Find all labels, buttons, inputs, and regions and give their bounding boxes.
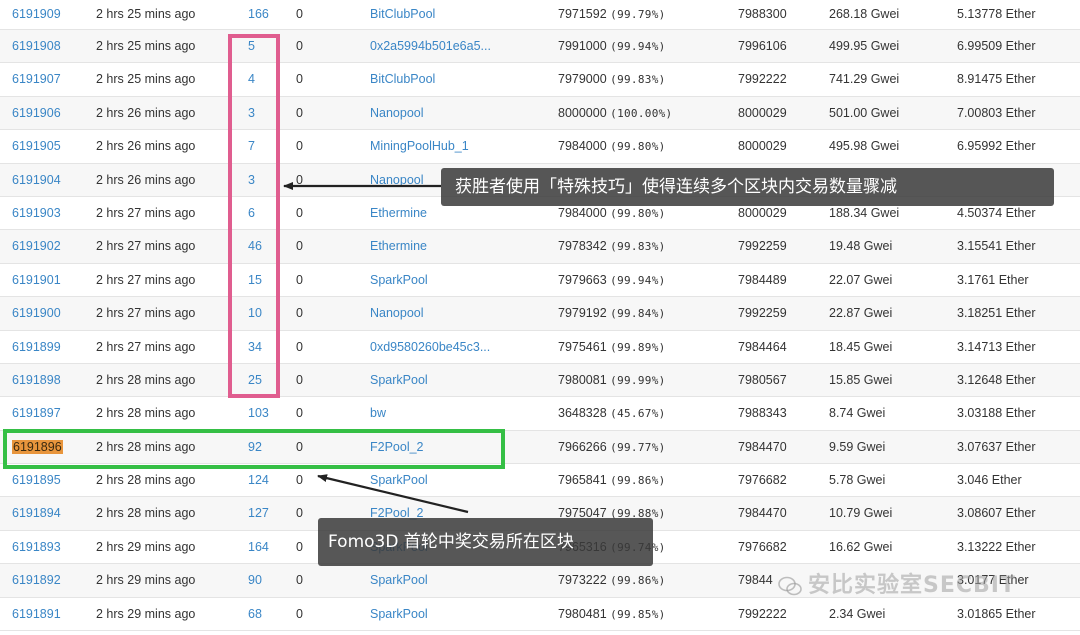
watermark: 安比实验室SECBIT [778, 567, 1016, 599]
watermark-text: 安比实验室SECBIT [808, 573, 1016, 598]
callout-txn-drop: 获胜者使用「特殊技巧」使得连续多个区块内交易数量骤减 [441, 168, 1054, 206]
callout-winning-block: Fomo3D 首轮中奖交易所在区块 [318, 518, 653, 566]
wechat-logo-icon [778, 576, 802, 596]
arrow-to-winning-block [317, 474, 469, 514]
